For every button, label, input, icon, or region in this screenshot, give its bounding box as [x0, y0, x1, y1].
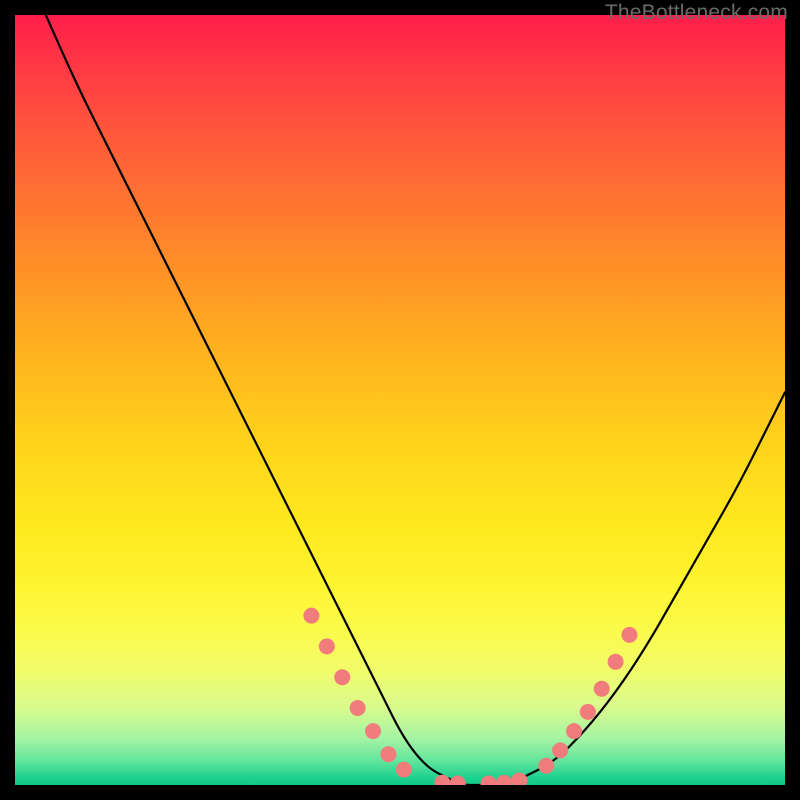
highlight-dot: [396, 762, 412, 778]
highlight-dot: [350, 700, 366, 716]
highlight-dots: [303, 608, 637, 785]
highlight-dot: [450, 775, 466, 785]
highlight-dot: [496, 775, 512, 785]
highlight-dot: [303, 608, 319, 624]
chart-frame: TheBottleneck.com: [0, 0, 800, 800]
highlight-dot: [580, 704, 596, 720]
highlight-dot: [621, 627, 637, 643]
highlight-dot: [608, 654, 624, 670]
highlight-dot: [334, 669, 350, 685]
chart-svg: [15, 15, 785, 785]
highlight-dot: [481, 775, 497, 785]
bottleneck-curve: [46, 15, 785, 785]
plot-area: [15, 15, 785, 785]
highlight-dot: [380, 746, 396, 762]
highlight-dot: [566, 723, 582, 739]
highlight-dot: [511, 772, 527, 785]
highlight-dot: [319, 638, 335, 654]
highlight-dot: [594, 681, 610, 697]
watermark-text: TheBottleneck.com: [605, 1, 788, 25]
highlight-dot: [538, 758, 554, 774]
highlight-dot: [552, 742, 568, 758]
bottleneck-curve-path: [46, 15, 785, 785]
highlight-dot: [365, 723, 381, 739]
highlight-dot: [434, 775, 450, 785]
